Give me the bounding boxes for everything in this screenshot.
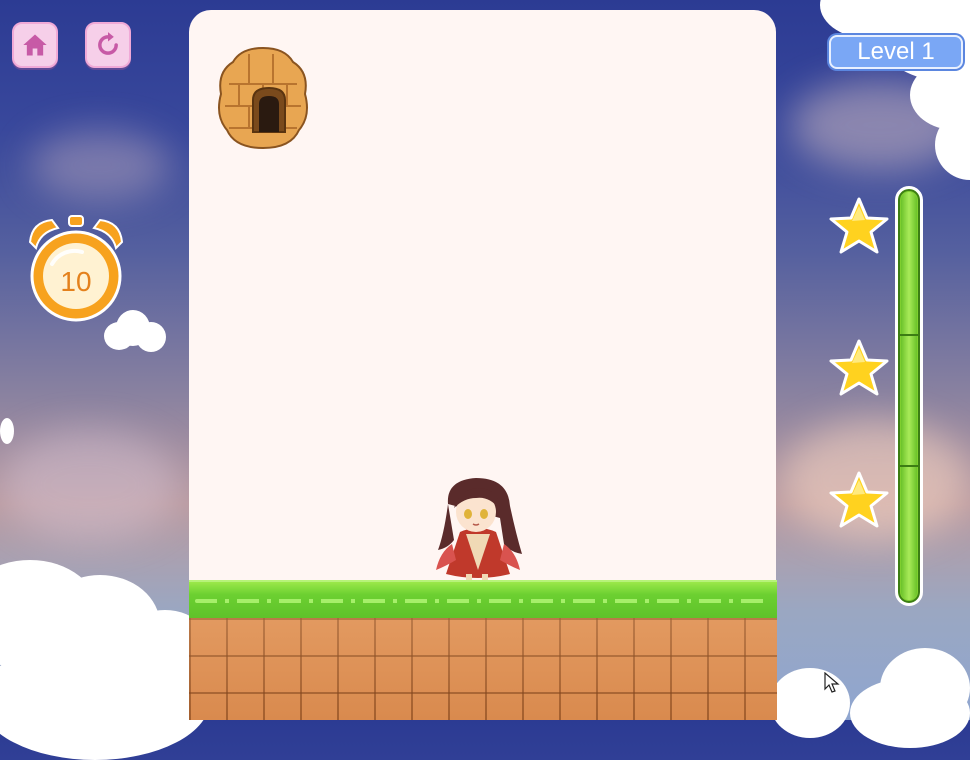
- star-progress-bar: [895, 186, 923, 606]
- progress-divider: [900, 334, 918, 336]
- mouse-cursor-icon: [824, 672, 840, 693]
- girl-character[interactable]: [430, 474, 526, 590]
- level-badge: Level 1: [829, 35, 963, 69]
- progress-fill: [901, 192, 917, 600]
- home-icon: [23, 34, 47, 56]
- timer-value: 10: [60, 266, 92, 297]
- home-button[interactable]: [12, 22, 58, 68]
- brick-ground: [189, 618, 777, 720]
- star-icon: [829, 471, 889, 528]
- beehive-icon: [218, 46, 308, 150]
- grass-platform: [189, 580, 777, 618]
- star-icon: [829, 339, 889, 396]
- restart-icon: [98, 32, 118, 55]
- star-icon: [829, 197, 889, 254]
- progress-divider: [900, 465, 918, 467]
- countdown-timer: 10: [22, 212, 130, 324]
- restart-button[interactable]: [85, 22, 131, 68]
